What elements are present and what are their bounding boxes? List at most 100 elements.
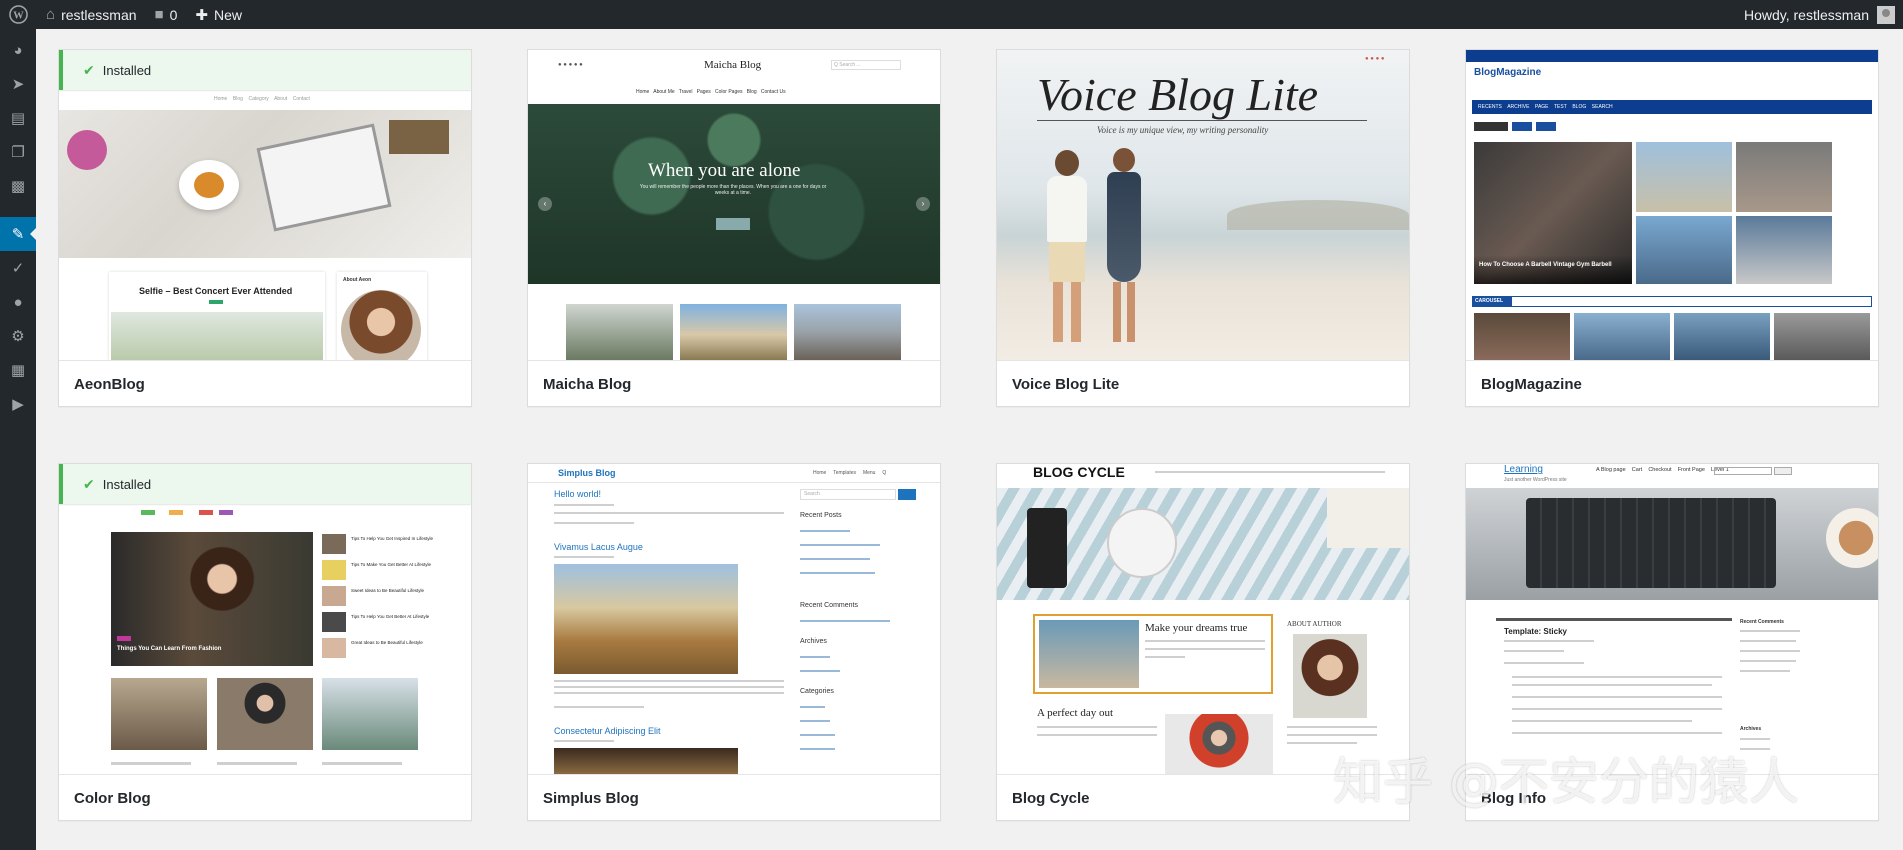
widget-title: Archives <box>800 638 827 645</box>
thumb-image <box>794 304 901 360</box>
tools-icon: ⚙ <box>11 328 25 345</box>
installed-label: Installed <box>102 476 152 492</box>
theme-card-blogmagazine[interactable]: BlogMagazine RECENTS ARCHIVE PAGE TEST B… <box>1465 49 1879 407</box>
preview-site-title: Simplus Blog <box>558 468 616 478</box>
theme-screenshot[interactable]: ● ● ● ● Voice Blog Lite Voice is my uniq… <box>997 50 1409 360</box>
appearance-icon: ✎ <box>11 226 25 243</box>
preview-social-icons: ● ● ● ● <box>1365 56 1385 62</box>
site-name-link[interactable]: ⌂ restlessman <box>37 0 146 29</box>
theme-screenshot[interactable]: BlogMagazine RECENTS ARCHIVE PAGE TEST B… <box>1466 50 1878 360</box>
menu-appearance[interactable]: ✎ <box>0 217 36 251</box>
users-icon: ● <box>13 293 23 311</box>
person-figure <box>1037 150 1097 350</box>
preview-post-title: Make your dreams true <box>1145 622 1248 634</box>
preview-nav-item: Home <box>214 96 228 102</box>
account-menu[interactable]: Howdy, restlessman <box>1744 5 1903 24</box>
theme-card-maicha-blog[interactable]: ● ● ● ● ● Maicha Blog Q Search ... Home … <box>527 49 941 407</box>
pages-icon: ❐ <box>11 144 25 161</box>
post-image <box>554 564 738 674</box>
menu-comments[interactable]: ▩ <box>0 169 36 203</box>
preview-nav-item: Contact Us <box>760 89 786 95</box>
preview-nav-item: Templates <box>833 470 856 476</box>
comment-icon: ■ <box>154 6 164 23</box>
home-icon: ⌂ <box>46 6 56 23</box>
preview-nav: A Blog page Cart Checkout Front Page Lev… <box>1596 467 1729 473</box>
preview-nav: Home Templates Menu Q <box>813 470 886 476</box>
preview-post-title: Consectetur Adipiscing Elit <box>554 726 661 736</box>
hero-image <box>59 110 471 258</box>
theme-card-color-blog[interactable]: Things You Can Learn From Fashion Tips T… <box>58 463 472 821</box>
preview-nav-item: Pages <box>696 89 711 95</box>
preview-search: Q Search ... <box>834 62 861 68</box>
preview-search: Search <box>804 491 820 497</box>
menu-settings[interactable]: ▦ <box>0 353 36 387</box>
preview-post-title: Selfie – Best Concert Ever Attended <box>139 286 293 296</box>
comments-link[interactable]: ■ 0 <box>146 0 187 29</box>
preview-tagline: Voice is my unique view, my writing pers… <box>1097 125 1269 135</box>
theme-screenshot[interactable]: Home Blog Category About Contact Selfie … <box>59 50 471 360</box>
menu-tools[interactable]: ⚙ <box>0 319 36 353</box>
preview-nav-item: PAGE <box>1534 104 1549 110</box>
theme-card-voice-blog-lite[interactable]: ● ● ● ● Voice Blog Lite Voice is my uniq… <box>996 49 1410 407</box>
menu-plugins[interactable]: ✓ <box>0 251 36 285</box>
slider-next-button[interactable]: › <box>916 197 930 211</box>
hero-image <box>1466 488 1878 600</box>
preview-nav-item: ARCHIVE <box>1507 104 1530 110</box>
menu-pages[interactable]: ❐ <box>0 135 36 169</box>
theme-name[interactable]: Simplus Blog <box>528 774 940 820</box>
preview-site-title: Maicha Blog <box>704 59 762 71</box>
preview-social-icons: ● ● ● ● ● <box>558 62 583 68</box>
preview-nav-item: Home <box>813 470 827 476</box>
theme-screenshot[interactable]: Simplus Blog Home Templates Menu Q Hello… <box>528 464 940 774</box>
menu-users[interactable]: ● <box>0 285 36 319</box>
theme-name[interactable]: AeonBlog <box>59 360 471 406</box>
menu-dashboard[interactable]: ◕ <box>0 33 36 67</box>
theme-name[interactable]: BlogMagazine <box>1466 360 1878 406</box>
slider-prev-button[interactable]: ‹ <box>538 197 552 211</box>
preview-site-title: BLOG CYCLE <box>1033 464 1125 480</box>
theme-screenshot[interactable]: ● ● ● ● ● Maicha Blog Q Search ... Home … <box>528 50 940 360</box>
preview-site-title: Learning <box>1504 464 1543 475</box>
preview-nav-item: TEST <box>1553 104 1567 110</box>
side-post: Sweet Ideas to Be Beautiful Lifestyle <box>351 588 425 593</box>
theme-screenshot[interactable]: Things You Can Learn From Fashion Tips T… <box>59 464 471 774</box>
menu-media[interactable]: ▤ <box>0 101 36 135</box>
widget-title: Archives <box>1740 726 1762 732</box>
wordpress-logo-button[interactable]: W <box>0 0 37 29</box>
theme-card-aeonblog[interactable]: Home Blog Category About Contact Selfie … <box>58 49 472 407</box>
new-content-link[interactable]: ✚ New <box>186 0 251 29</box>
preview-nav-item: Front Page <box>1677 467 1705 473</box>
theme-name[interactable]: Voice Blog Lite <box>997 360 1409 406</box>
preview-featured-title: Things You Can Learn From Fashion <box>117 646 222 652</box>
thumb-image <box>566 304 673 360</box>
theme-screenshot[interactable]: Learning Just another WordPress site A B… <box>1466 464 1878 774</box>
preview-nav-item: RECENTS <box>1478 104 1502 110</box>
watermark: 知乎 @不安分的猿人 <box>1333 753 1799 811</box>
preview-nav-item: SEARCH <box>1591 104 1613 110</box>
theme-screenshot[interactable]: BLOG CYCLE Make your dreams true A perfe… <box>997 464 1409 774</box>
person-figure <box>1097 148 1153 358</box>
comments-icon: ▩ <box>10 178 26 195</box>
avatar <box>1877 5 1895 24</box>
preview-widget-title: About Aeon <box>343 277 372 283</box>
preview-nav-item: Checkout <box>1648 467 1672 473</box>
new-label: New <box>213 6 242 23</box>
plus-icon: ✚ <box>195 6 208 24</box>
preview-headline: Voice Blog Lite <box>1037 69 1319 120</box>
preview-nav-item: About Me <box>653 89 675 95</box>
comments-count: 0 <box>169 6 178 23</box>
preview-nav-item: Category <box>248 96 269 102</box>
widget-title: Recent Comments <box>800 602 858 609</box>
check-icon: ✔ <box>83 475 95 492</box>
theme-card-simplus-blog[interactable]: Simplus Blog Home Templates Menu Q Hello… <box>527 463 941 821</box>
theme-name[interactable]: Color Blog <box>59 774 471 820</box>
menu-posts[interactable]: ➤ <box>0 67 36 101</box>
preview-nav-item: Travel <box>678 89 693 95</box>
menu-collapse[interactable]: ▶ <box>0 387 36 421</box>
preview-nav-item: Q <box>882 470 887 476</box>
theme-name[interactable]: Maicha Blog <box>528 360 940 406</box>
preview-nav-item: Contact <box>292 96 310 102</box>
media-icon: ▤ <box>10 110 26 127</box>
widget-title: ABOUT AUTHOR <box>1287 620 1342 628</box>
preview-post-title: Template: Sticky <box>1504 627 1567 636</box>
